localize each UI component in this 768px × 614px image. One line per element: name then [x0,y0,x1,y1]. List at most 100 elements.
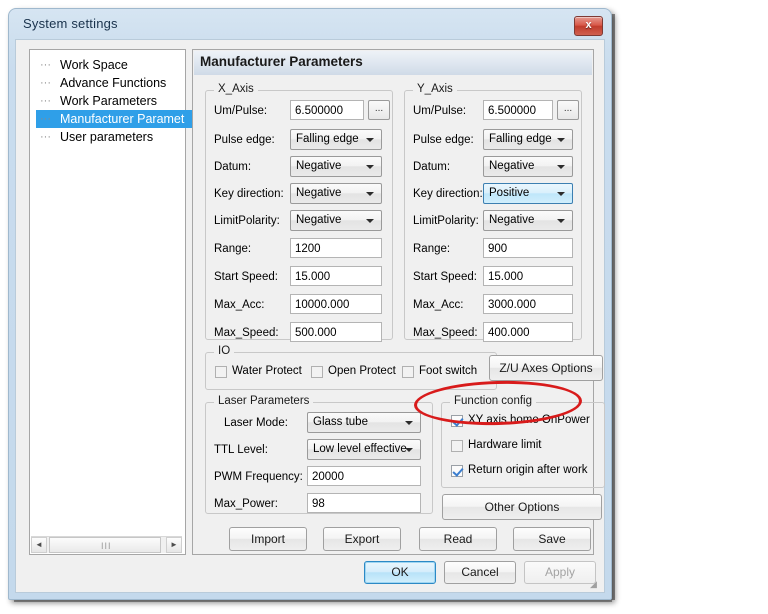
y-max-speed-label: Max_Speed: [413,327,478,339]
resize-grip-icon[interactable]: ◢ [590,579,600,589]
y-axis-group: Y_Axis Um/Pulse: ... Pulse edge: Falling… [404,83,582,342]
y-max-acc-label: Max_Acc: [413,299,464,311]
tree-horizontal-scrollbar[interactable]: ◄ III ► [31,536,182,553]
x-key-direction-value: Negative [296,187,342,199]
tree-item-label: Manufacturer Paramet [60,112,185,126]
x-max-acc-input[interactable] [290,294,382,314]
y-pulse-edge-select[interactable]: Falling edge [483,129,573,150]
y-max-speed-input[interactable] [483,322,573,342]
ttl-level-select[interactable]: Low level effective [307,439,421,460]
y-start-speed-label: Start Speed: [413,271,477,283]
x-max-speed-input[interactable] [290,322,382,342]
y-um-pulse-input[interactable] [483,100,553,120]
tree-item-work-space[interactable]: ··· Work Space [36,56,185,74]
checkbox-box-icon [311,366,323,378]
x-um-pulse-input[interactable] [290,100,364,120]
x-pulse-edge-select[interactable]: Falling edge [290,129,382,150]
chevron-down-icon [366,138,374,142]
y-datum-value: Negative [489,160,535,172]
checkbox-box-icon [451,465,463,477]
laser-mode-label: Laser Mode: [224,417,288,429]
tree-branch-icon: ··· [40,95,51,107]
other-options-button[interactable]: Other Options [442,494,602,520]
y-key-direction-select[interactable]: Positive [483,183,573,204]
tree-branch-icon: ··· [40,59,51,71]
chevron-down-icon [366,192,374,196]
scroll-left-arrow-icon[interactable]: ◄ [31,537,47,553]
tree-item-manufacturer-parameters[interactable]: ··· Manufacturer Paramet [36,110,203,128]
tree-item-label: User parameters [60,130,154,144]
checkbox-label: Water Protect [232,365,302,377]
laser-mode-value: Glass tube [313,416,368,428]
y-datum-select[interactable]: Negative [483,156,573,177]
laser-group-title: Laser Parameters [214,395,314,407]
tree-branch-icon: ··· [40,77,51,89]
checkbox-box-icon [451,440,463,452]
y-key-direction-value: Positive [489,187,530,199]
tree-item-user-parameters[interactable]: ··· User parameters [36,128,185,146]
y-limit-polarity-value: Negative [489,214,535,226]
x-datum-select[interactable]: Negative [290,156,382,177]
x-um-pulse-browse-button[interactable]: ... [368,100,390,120]
io-group-title: IO [214,345,235,357]
export-button[interactable]: Export [323,527,401,551]
zu-axes-options-button[interactable]: Z/U Axes Options [489,355,603,381]
function-config-group-title: Function config [450,395,536,407]
laser-mode-select[interactable]: Glass tube [307,412,421,433]
chevron-down-icon [366,165,374,169]
checkbox-box-icon [402,366,414,378]
x-limit-polarity-label: LimitPolarity: [214,215,280,227]
ttl-level-label: TTL Level: [214,444,268,456]
laser-parameters-group: Laser Parameters Laser Mode: Glass tube … [205,395,433,514]
x-axis-group-title: X_Axis [214,83,258,95]
pwm-frequency-input[interactable] [307,466,421,486]
ok-button[interactable]: OK [364,561,436,584]
page-title: Manufacturer Parameters [200,54,363,69]
tree-item-label: Work Parameters [60,94,158,108]
y-limit-polarity-select[interactable]: Negative [483,210,573,231]
x-datum-value: Negative [296,160,342,172]
x-pulse-edge-label: Pulse edge: [214,134,275,146]
checkbox-label: Foot switch [419,365,478,377]
x-limit-polarity-select[interactable]: Negative [290,210,382,231]
x-max-speed-label: Max_Speed: [214,327,279,339]
dialog-client-area: ··· Work Space ··· Advance Functions ···… [15,39,605,593]
checkbox-label: XY axis home OnPower [468,414,590,426]
page-title-band: Manufacturer Parameters [194,51,592,75]
checkbox-label: Hardware limit [468,439,542,451]
checkbox-label: Open Protect [328,365,396,377]
y-pulse-edge-label: Pulse edge: [413,134,474,146]
tree-item-advance-functions[interactable]: ··· Advance Functions [36,74,185,92]
save-button[interactable]: Save [513,527,591,551]
x-start-speed-label: Start Speed: [214,271,278,283]
y-key-direction-label: Key direction: [413,188,483,200]
y-axis-group-title: Y_Axis [413,83,457,95]
x-start-speed-input[interactable] [290,266,382,286]
scrollbar-thumb[interactable]: III [49,537,161,553]
settings-tree-list: ··· Work Space ··· Advance Functions ···… [36,56,203,146]
x-key-direction-select[interactable]: Negative [290,183,382,204]
y-datum-label: Datum: [413,161,451,173]
read-button[interactable]: Read [419,527,497,551]
tree-branch-icon: ··· [40,131,51,143]
x-max-acc-label: Max_Acc: [214,299,265,311]
tree-item-work-parameters[interactable]: ··· Work Parameters [36,92,185,110]
x-limit-polarity-value: Negative [296,214,342,226]
y-range-input[interactable] [483,238,573,258]
chevron-down-icon [405,421,413,425]
cancel-button[interactable]: Cancel [444,561,516,584]
max-power-input[interactable] [307,493,421,513]
import-button[interactable]: Import [229,527,307,551]
y-max-acc-input[interactable] [483,294,573,314]
checkbox-box-icon [451,415,463,427]
tree-item-label: Advance Functions [60,76,167,90]
x-range-input[interactable] [290,238,382,258]
x-datum-label: Datum: [214,161,252,173]
y-start-speed-input[interactable] [483,266,573,286]
title-bar[interactable]: System settings x [9,9,611,39]
function-config-group: Function config XY axis home OnPower Har… [441,395,605,488]
y-um-pulse-browse-button[interactable]: ... [557,100,579,120]
close-icon[interactable]: x [574,16,603,36]
x-um-pulse-label: Um/Pulse: [214,105,268,117]
scroll-right-arrow-icon[interactable]: ► [166,537,182,553]
